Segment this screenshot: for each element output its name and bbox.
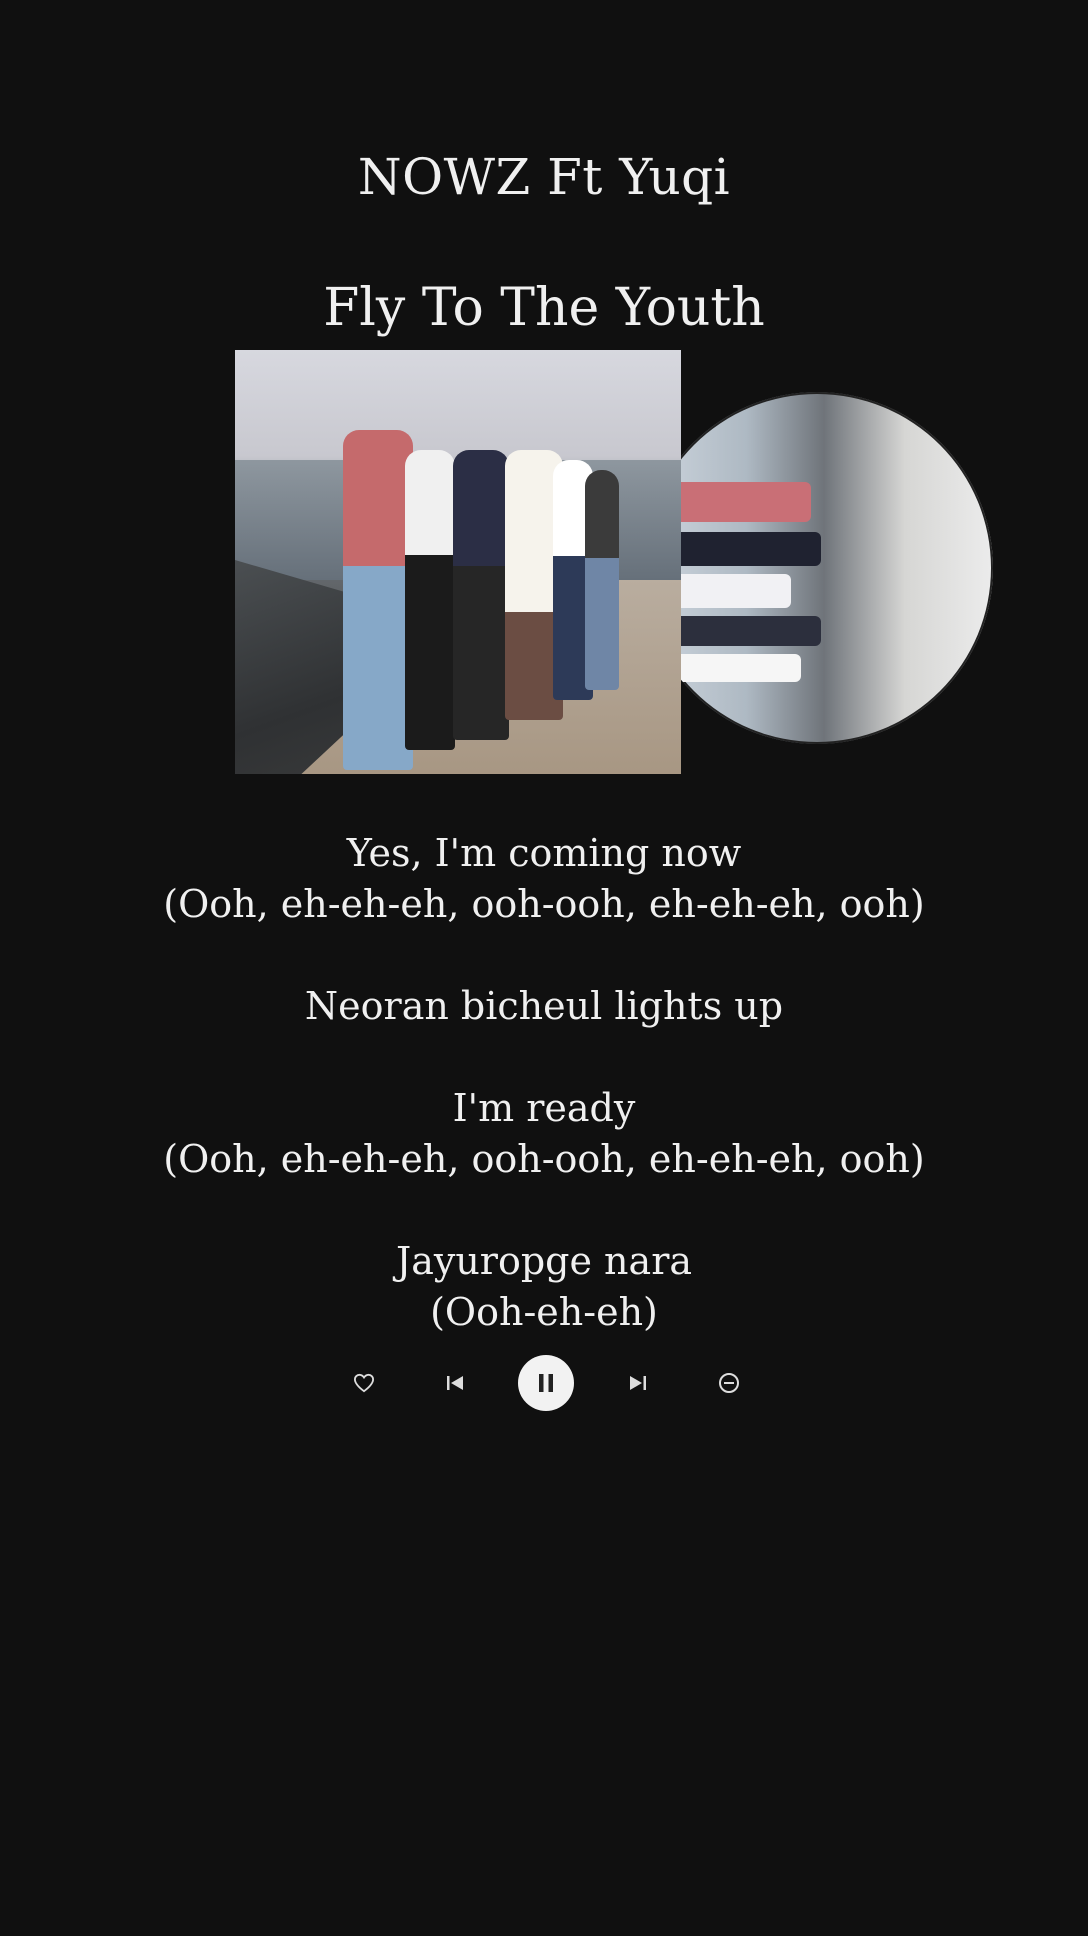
artist-name: NOWZ Ft Yuqi bbox=[357, 148, 731, 206]
previous-button[interactable] bbox=[427, 1355, 483, 1411]
lyric-line: I'm ready bbox=[452, 1086, 636, 1130]
remove-button[interactable] bbox=[701, 1355, 757, 1411]
lyric-line: (Ooh, eh-eh-eh, ooh-ooh, eh-eh-eh, ooh) bbox=[163, 1137, 925, 1181]
song-title: Fly To The Youth bbox=[323, 278, 765, 338]
lyric-block: Yes, I'm coming now (Ooh, eh-eh-eh, ooh-… bbox=[0, 828, 1088, 930]
skip-next-icon bbox=[630, 1376, 646, 1390]
lyric-block: Neoran bicheul lights up bbox=[0, 981, 1088, 1032]
lyric-line: (Ooh-eh-eh) bbox=[430, 1290, 658, 1334]
player-controls bbox=[0, 1355, 1088, 1411]
pause-icon bbox=[539, 1374, 553, 1392]
minus-circle-icon bbox=[719, 1373, 739, 1393]
lyric-line: Jayuropge nara bbox=[395, 1239, 693, 1283]
like-button[interactable] bbox=[336, 1355, 392, 1411]
album-cover bbox=[235, 350, 681, 774]
lyric-block: I'm ready (Ooh, eh-eh-eh, ooh-ooh, eh-eh… bbox=[0, 1083, 1088, 1185]
heart-icon bbox=[353, 1373, 375, 1393]
lyrics: Yes, I'm coming now (Ooh, eh-eh-eh, ooh-… bbox=[0, 828, 1088, 1338]
lyric-block: Jayuropge nara (Ooh-eh-eh) bbox=[0, 1236, 1088, 1338]
lyric-line: Neoran bicheul lights up bbox=[304, 984, 784, 1028]
next-button[interactable] bbox=[610, 1355, 666, 1411]
lyric-line: (Ooh, eh-eh-eh, ooh-ooh, eh-eh-eh, ooh) bbox=[163, 882, 925, 926]
lyric-line: Yes, I'm coming now bbox=[346, 831, 742, 875]
skip-previous-icon bbox=[447, 1376, 463, 1390]
pause-button[interactable] bbox=[518, 1355, 574, 1411]
album-art-area bbox=[235, 350, 993, 775]
vinyl-disc bbox=[641, 392, 993, 744]
